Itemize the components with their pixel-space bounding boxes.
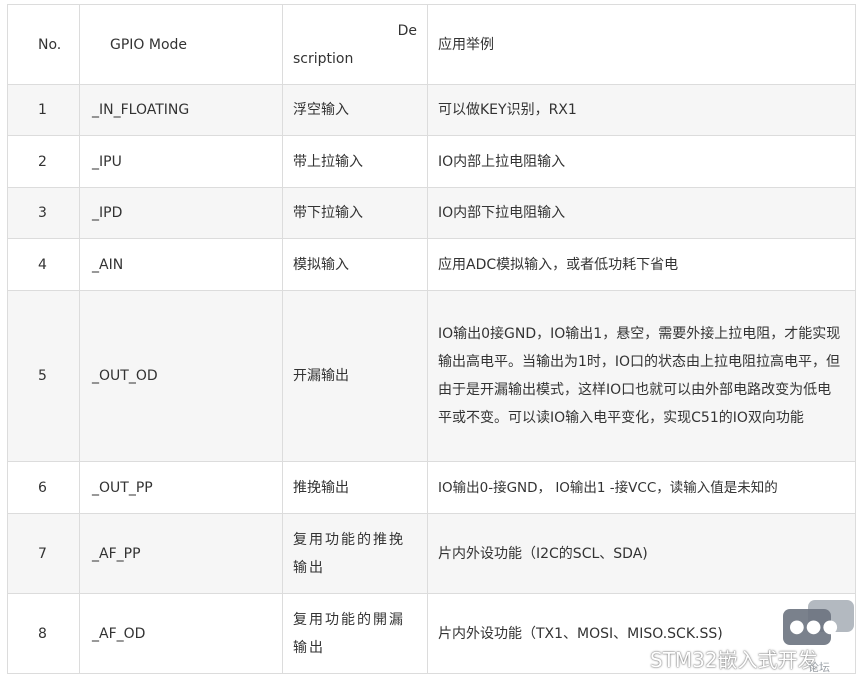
row-no: 7 bbox=[7, 513, 80, 594]
header-gpio-mode: GPIO Mode bbox=[79, 4, 283, 85]
table-header-row: No. GPIO Mode De scription 应用举例 bbox=[7, 4, 856, 85]
row-no: 6 bbox=[7, 461, 80, 514]
row-example: IO输出0接GND，IO输出1，悬空，需要外接上拉电阻，才能实现输出高电平。当输… bbox=[427, 290, 856, 462]
row-desc: 复用功能的開漏输出 bbox=[282, 593, 428, 674]
table-row: 5 _OUT_OD 开漏输出 IO输出0接GND，IO输出1，悬空，需要外接上拉… bbox=[7, 290, 856, 462]
wechat-icon bbox=[622, 651, 646, 668]
row-desc: 带上拉输入 bbox=[282, 135, 428, 188]
table-row: 7 _AF_PP 复用功能的推挽输出 片内外设功能（I2C的SCL、SDA) bbox=[7, 513, 856, 594]
table-row: 6 _OUT_PP 推挽输出 IO输出0-接GND， IO输出1 -接VCC，读… bbox=[7, 461, 856, 514]
header-no: No. bbox=[7, 4, 80, 85]
header-description-part1: De bbox=[397, 22, 417, 39]
row-no: 3 bbox=[7, 187, 80, 239]
row-mode: _AIN bbox=[79, 238, 283, 291]
row-example: IO内部上拉电阻输入 bbox=[427, 135, 856, 188]
row-desc: 浮空输入 bbox=[282, 84, 428, 136]
row-example: 片内外设功能（I2C的SCL、SDA) bbox=[427, 513, 856, 594]
row-desc: 带下拉输入 bbox=[282, 187, 428, 239]
row-no: 8 bbox=[7, 593, 80, 674]
row-desc: 开漏输出 bbox=[282, 290, 428, 462]
row-mode: _OUT_PP bbox=[79, 461, 283, 514]
table-row: 2 _IPU 带上拉输入 IO内部上拉电阻输入 bbox=[7, 135, 856, 188]
header-example: 应用举例 bbox=[427, 4, 856, 85]
row-desc: 复用功能的推挽输出 bbox=[282, 513, 428, 594]
row-mode: _IPU bbox=[79, 135, 283, 188]
row-mode: _OUT_OD bbox=[79, 290, 283, 462]
row-mode: _IN_FLOATING bbox=[79, 84, 283, 136]
row-no: 4 bbox=[7, 238, 80, 291]
row-example: 应用ADC模拟输入，或者低功耗下省电 bbox=[427, 238, 856, 291]
row-mode: _AF_PP bbox=[79, 513, 283, 594]
table-row: 1 _IN_FLOATING 浮空输入 可以做KEY识别，RX1 bbox=[7, 84, 856, 136]
row-no: 2 bbox=[7, 135, 80, 188]
row-example: IO输出0-接GND， IO输出1 -接VCC，读输入值是未知的 bbox=[427, 461, 856, 514]
row-no: 1 bbox=[7, 84, 80, 136]
row-mode: _AF_OD bbox=[79, 593, 283, 674]
row-example: IO内部下拉电阻输入 bbox=[427, 187, 856, 239]
gpio-mode-table: No. GPIO Mode De scription 应用举例 1 _IN_FL… bbox=[7, 4, 856, 674]
header-description-part2: scription bbox=[293, 50, 354, 67]
watermark: STM32嵌入式开发 bbox=[622, 644, 818, 673]
watermark-text: STM32嵌入式开发 bbox=[650, 648, 818, 672]
row-mode: _IPD bbox=[79, 187, 283, 239]
chat-dots-icon: ●●● bbox=[789, 616, 840, 637]
table-row: 4 _AIN 模拟输入 应用ADC模拟输入，或者低功耗下省电 bbox=[7, 238, 856, 291]
row-example: 可以做KEY识别，RX1 bbox=[427, 84, 856, 136]
watermark-tag: 论坛 bbox=[808, 661, 830, 674]
row-desc: 模拟输入 bbox=[282, 238, 428, 291]
header-description: De scription bbox=[282, 4, 428, 85]
row-desc: 推挽输出 bbox=[282, 461, 428, 514]
row-no: 5 bbox=[7, 290, 80, 462]
table-row: 3 _IPD 带下拉输入 IO内部下拉电阻输入 bbox=[7, 187, 856, 239]
